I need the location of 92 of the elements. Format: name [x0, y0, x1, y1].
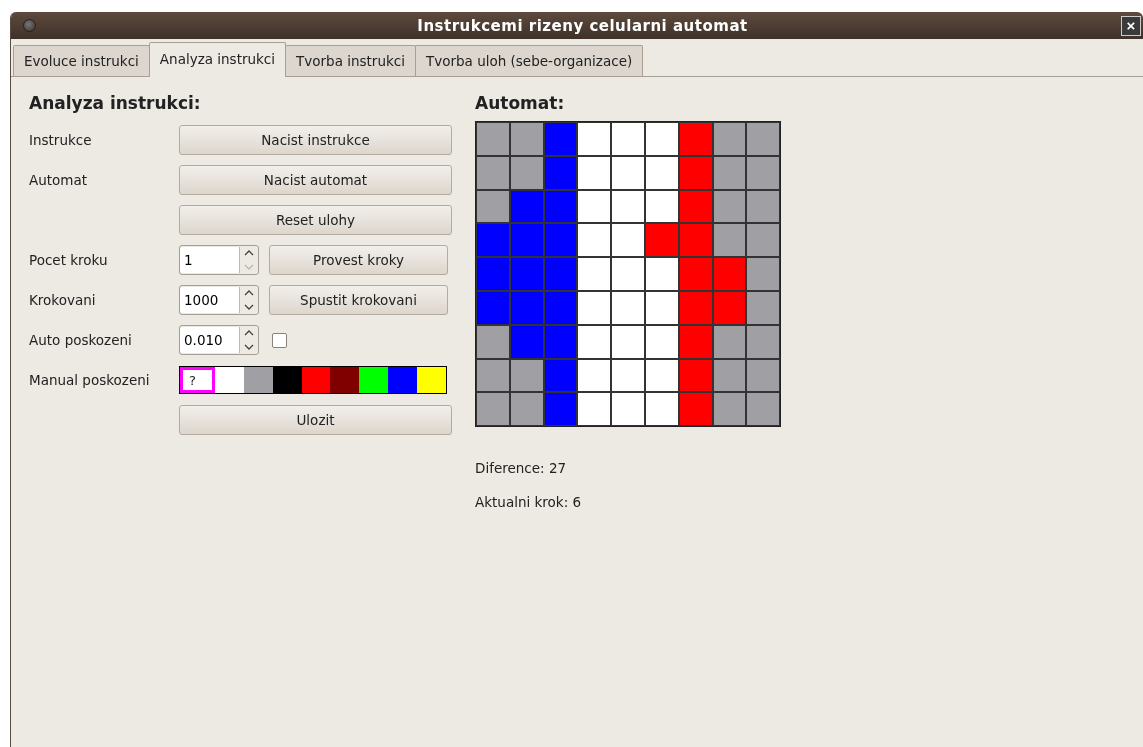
close-button[interactable]: ×: [1121, 15, 1141, 36]
grid-cell[interactable]: [509, 392, 544, 427]
spin-field[interactable]: 0.010: [180, 327, 240, 353]
color-swatch[interactable]: [330, 367, 360, 393]
grid-cell[interactable]: [577, 189, 612, 224]
grid-cell[interactable]: [678, 257, 713, 291]
color-swatch[interactable]: [272, 367, 302, 393]
grid-cell[interactable]: [712, 122, 747, 156]
grid-cell[interactable]: [746, 223, 781, 258]
grid-cell[interactable]: [611, 291, 645, 325]
color-swatch[interactable]: [388, 367, 418, 393]
unknown-color-swatch[interactable]: ?: [180, 367, 215, 393]
grid-cell[interactable]: [476, 392, 510, 427]
action-button[interactable]: Reset ulohy: [179, 205, 452, 235]
grid-cell[interactable]: [509, 257, 544, 291]
field-label: Automat: [29, 172, 89, 188]
field-label: Instrukce: [29, 132, 93, 148]
grid-cell[interactable]: [645, 257, 679, 291]
color-swatch[interactable]: [301, 367, 331, 393]
grid-cell[interactable]: [712, 223, 747, 258]
color-swatch[interactable]: [214, 367, 244, 393]
grid-cell[interactable]: [746, 324, 781, 359]
grid-cell[interactable]: [611, 189, 645, 224]
grid-cell[interactable]: [611, 257, 645, 291]
grid-cell[interactable]: [611, 358, 645, 393]
grid-cell[interactable]: [543, 122, 578, 156]
grid-cell[interactable]: [476, 257, 510, 291]
grid-cell[interactable]: [543, 223, 578, 258]
grid-cell[interactable]: [611, 324, 645, 359]
grid-cell[interactable]: [746, 257, 781, 291]
grid-cell[interactable]: [543, 257, 578, 291]
grid-cell[interactable]: [509, 122, 544, 156]
window-title: Instrukcemi rizeny celularni automat: [416, 16, 749, 35]
section-heading: Analyza instrukci:: [29, 92, 202, 115]
field-label: Manual poskozeni: [29, 372, 151, 388]
grid-cell[interactable]: [746, 291, 781, 325]
grid-cell[interactable]: [577, 291, 612, 325]
grid-cell[interactable]: [712, 257, 747, 291]
action-button[interactable]: Provest kroky: [269, 245, 448, 275]
grid-cell[interactable]: [746, 358, 781, 393]
grid-cell[interactable]: [577, 358, 612, 393]
grid-cell[interactable]: [746, 122, 781, 156]
tab[interactable]: Evoluce instrukci: [13, 45, 150, 76]
grid-cell[interactable]: [611, 223, 645, 258]
action-button[interactable]: Nacist instrukce: [179, 125, 452, 155]
action-button[interactable]: Nacist automat: [179, 165, 452, 195]
grid-cell[interactable]: [678, 122, 713, 156]
grid-cell[interactable]: [476, 155, 510, 190]
action-button[interactable]: Ulozit: [179, 405, 452, 435]
grid-cell[interactable]: [678, 223, 713, 258]
grid-cell[interactable]: [678, 392, 713, 427]
grid-cell[interactable]: [746, 155, 781, 190]
color-swatch[interactable]: [359, 367, 389, 393]
field-label: Krokovani: [29, 292, 97, 308]
grid-cell[interactable]: [476, 324, 510, 359]
section-heading: Automat:: [475, 92, 566, 115]
color-swatch[interactable]: [417, 367, 446, 393]
grid-cell[interactable]: [577, 223, 612, 258]
tab[interactable]: Analyza instrukci: [148, 42, 287, 77]
difference-text: Diference: 27: [475, 460, 568, 477]
grid-cell[interactable]: [645, 223, 679, 258]
grid-cell[interactable]: [645, 122, 679, 156]
grid-cell[interactable]: [577, 122, 612, 156]
spin-field[interactable]: 1000: [180, 287, 240, 313]
grid-cell[interactable]: [577, 392, 612, 427]
grid-cell[interactable]: [611, 392, 645, 427]
grid-cell[interactable]: [543, 392, 578, 427]
spin-field[interactable]: 1: [180, 247, 240, 273]
step-text: Aktualni krok: 6: [475, 494, 583, 511]
grid-cell[interactable]: [611, 155, 645, 190]
field-label: Pocet kroku: [29, 252, 109, 268]
grid-cell[interactable]: [577, 324, 612, 359]
grid-cell[interactable]: [476, 223, 510, 258]
field-label: Auto poskozeni: [29, 332, 133, 348]
grid-cell[interactable]: [577, 257, 612, 291]
tab[interactable]: Tvorba uloh (sebe-organizace): [414, 45, 644, 76]
action-button[interactable]: Spustit krokovani: [269, 285, 448, 315]
grid-cell[interactable]: [476, 358, 510, 393]
grid-cell[interactable]: [476, 291, 510, 325]
grid-cell[interactable]: [746, 189, 781, 224]
checkbox[interactable]: [272, 332, 287, 348]
grid-cell[interactable]: [476, 122, 510, 156]
window-menu-icon[interactable]: [23, 19, 36, 32]
grid-cell[interactable]: [476, 189, 510, 224]
tab[interactable]: Tvorba instrukci: [285, 45, 416, 76]
grid-cell[interactable]: [712, 392, 747, 427]
grid-cell[interactable]: [746, 392, 781, 427]
grid-cell[interactable]: [645, 392, 679, 427]
grid-cell[interactable]: [509, 223, 544, 258]
color-swatch[interactable]: [243, 367, 273, 393]
grid-cell[interactable]: [577, 155, 612, 190]
grid-cell[interactable]: [611, 122, 645, 156]
